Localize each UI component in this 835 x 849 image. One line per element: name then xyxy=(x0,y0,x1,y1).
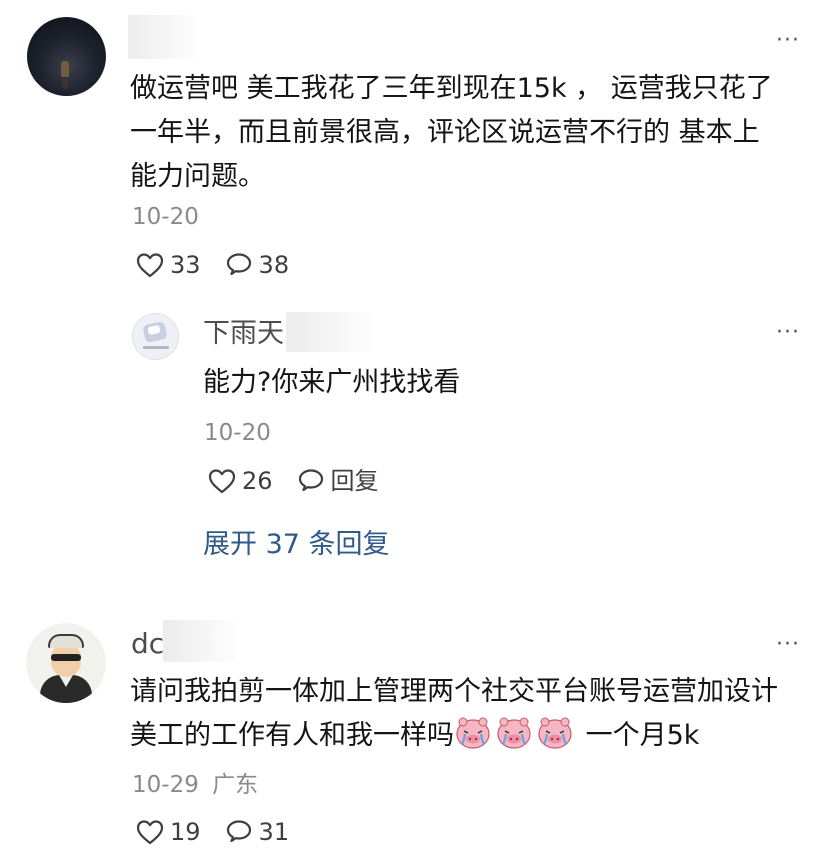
avatar-figure-reflection xyxy=(62,79,68,89)
crying-pig-emoji-icon xyxy=(538,717,572,749)
heart-outline-icon xyxy=(136,253,164,278)
comment-text: 做运营吧 美工我花了三年到现在15k ， 运营我只花了 一年半，而且前景很高，评… xyxy=(130,67,773,199)
reply-button-label: 回复 xyxy=(330,467,379,495)
like-count: 19 xyxy=(170,818,201,846)
reply-text-line: 能力?你来广州找找看 xyxy=(203,367,461,398)
speech-bubble-icon xyxy=(226,253,251,276)
comment-text: 请问我拍剪一体加上管理两个社交平台账号运营加设计 美工的工作有人和我一样吗 一个… xyxy=(130,670,778,758)
reply-text: 能力?你来广州找找看 xyxy=(203,361,460,405)
comment-text-line: 能力问题。 xyxy=(130,161,265,192)
reply-like-count: 26 xyxy=(242,467,273,495)
avatar-caption-strip xyxy=(143,346,169,349)
reply-count: 38 xyxy=(258,251,290,279)
avatar-glasses xyxy=(51,654,81,661)
avatar-figure xyxy=(61,61,69,77)
avatar[interactable] xyxy=(26,623,106,703)
avatar-cap xyxy=(48,634,84,648)
more-options-icon[interactable]: ··· xyxy=(776,634,800,656)
reply-username[interactable]: 下雨天 xyxy=(203,320,284,347)
crying-pig-emoji-icon xyxy=(497,717,531,749)
crying-pig-emoji-icon xyxy=(456,717,490,749)
reply-actions: 26 回复 xyxy=(208,468,379,494)
comment-actions: 19 31 xyxy=(136,819,289,845)
reply-avatar[interactable] xyxy=(132,313,179,360)
comment-text-line: 一年半，而且前景很高，评论区说运营不行的 基本上 xyxy=(130,117,760,148)
username-redacted xyxy=(286,312,372,352)
reply-count: 31 xyxy=(258,818,290,846)
username-redacted xyxy=(163,620,235,662)
username-redacted xyxy=(128,15,196,59)
comment-text-segment: 美工的工作有人和我一样吗 xyxy=(130,720,454,751)
comment-actions: 33 38 xyxy=(136,252,289,278)
reply-more-options-icon[interactable]: ··· xyxy=(776,322,800,344)
reply-button[interactable]: 回复 xyxy=(297,468,379,494)
comment-meta: 10-29 广东 xyxy=(132,774,258,797)
reply-count-button[interactable]: 38 xyxy=(225,251,290,279)
reply-like-button[interactable]: 26 xyxy=(208,468,273,494)
speech-bubble-icon xyxy=(226,820,251,843)
like-count: 33 xyxy=(170,251,201,279)
comment-text-line: 请问我拍剪一体加上管理两个社交平台账号运营加设计 xyxy=(130,676,778,707)
comment-date: 10-20 xyxy=(132,204,199,230)
heart-outline-icon xyxy=(136,820,164,845)
comment-text-line: 美工的工作有人和我一样吗 一个月5k xyxy=(130,714,778,758)
like-button[interactable]: 19 xyxy=(136,819,201,845)
more-options-icon[interactable]: ··· xyxy=(776,30,800,52)
reply-count-button[interactable]: 31 xyxy=(225,818,290,846)
reply-date: 10-20 xyxy=(204,420,271,446)
comment-location: 广东 xyxy=(212,772,259,798)
comment-date: 10-29 xyxy=(132,772,199,798)
username[interactable]: dc xyxy=(131,630,164,658)
avatar-face xyxy=(51,645,81,677)
heart-outline-icon xyxy=(208,469,236,494)
speech-bubble-icon xyxy=(298,469,323,492)
comment-text-line: 做运营吧 美工我花了三年到现在15k ， 运营我只花了 xyxy=(130,73,773,104)
expand-replies-link[interactable]: 展开 37 条回复 xyxy=(203,531,390,558)
like-button[interactable]: 33 xyxy=(136,252,201,278)
avatar[interactable] xyxy=(27,17,106,96)
comment-text-segment: 一个月5k xyxy=(577,720,700,751)
